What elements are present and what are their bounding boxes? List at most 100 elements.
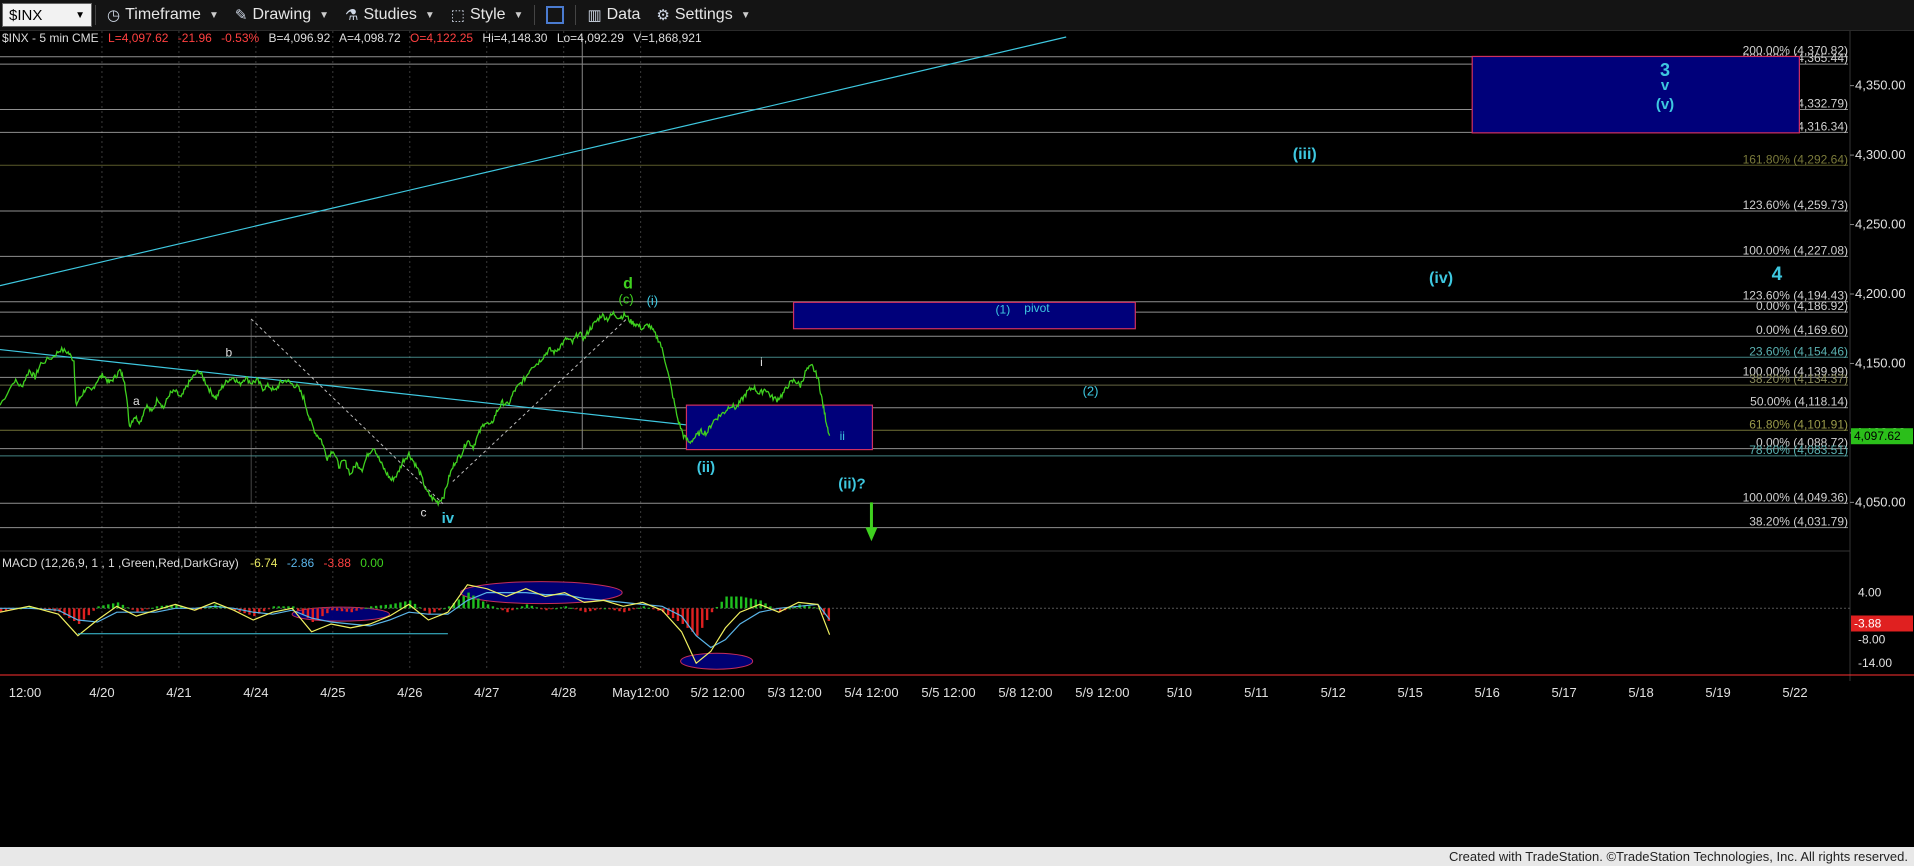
date-tick-label: 5/15 [1398, 685, 1423, 700]
macd-histogram-bar [150, 607, 154, 609]
macd-header: MACD (12,26,9, 1 , 1 ,Green,Red,DarkGray… [2, 556, 384, 570]
macd-histogram-bar [589, 608, 592, 612]
macd-histogram-bar [438, 608, 441, 611]
macd-histogram-bar [287, 606, 290, 609]
price-tick-label: 4,250.00 [1855, 217, 1906, 232]
bar-chart-icon: ▥ [587, 7, 602, 24]
drawing-button[interactable]: ✎ Drawing ▼ [227, 0, 337, 30]
high: Hi=4,148.30 [482, 31, 547, 45]
wave-label: 4 [1772, 264, 1783, 285]
date-tick-label: 4/25 [320, 685, 345, 700]
macd-histogram-bar [730, 596, 733, 609]
macd-histogram-bar [272, 606, 276, 609]
macd-histogram-bar [350, 608, 353, 613]
settings-button[interactable]: ⚙ Settings ▼ [648, 0, 758, 30]
layout-icon[interactable] [546, 6, 565, 24]
macd-histogram-bar [530, 605, 534, 609]
studies-button[interactable]: ⚗ Studies ▼ [337, 0, 443, 30]
macd-histogram-bar [496, 608, 499, 610]
macd-zero: 0.00 [360, 556, 384, 570]
macd-histogram-bar [141, 608, 144, 611]
flask-icon: ⚗ [345, 7, 359, 24]
timeframe-button[interactable]: ◷ Timeframe ▼ [99, 0, 227, 30]
wave-label: (2) [1083, 383, 1099, 398]
clock-icon: ◷ [107, 7, 121, 24]
macd-histogram-bar [87, 608, 91, 616]
macd-histogram-bar [740, 596, 743, 609]
macd-histogram-bar [735, 596, 738, 609]
macd-hist: -3.88 [324, 556, 352, 570]
macd-histogram-bar [394, 603, 397, 609]
date-tick-label: 5/2 12:00 [690, 685, 744, 700]
date-tick-label: 5/19 [1705, 685, 1730, 700]
fib-label: 123.60% (4,259.73) [1743, 198, 1848, 212]
date-tick-label: 5/8 12:00 [998, 685, 1052, 700]
wave-label: (v) [1656, 96, 1674, 113]
data-button[interactable]: ▥ Data [579, 0, 648, 30]
macd-histogram-bar [428, 608, 431, 615]
fib-label: 100.00% (4,049.36) [1743, 490, 1848, 504]
chevron-down-icon: ▼ [319, 9, 330, 21]
macd-histogram-bar [613, 608, 616, 611]
macd-histogram-bar [370, 606, 373, 609]
price-tick-label: 4,050.00 [1855, 494, 1906, 509]
macd-histogram-bar [296, 608, 300, 611]
macd-histogram-bar [705, 608, 709, 621]
wave-label: (1) [996, 302, 1011, 316]
open: O=4,122.25 [410, 31, 473, 45]
fib-label: 50.00% (4,118.14) [1750, 395, 1848, 409]
date-tick-label: May12:00 [612, 685, 669, 700]
macd-histogram-bar [321, 608, 324, 617]
date-tick-label: 4/20 [89, 685, 114, 700]
macd-histogram-bar [126, 607, 129, 609]
macd-tick-label: -8.00 [1858, 633, 1886, 647]
fib-label: 161.80% (4,292.64) [1743, 152, 1848, 166]
style-label: Style [469, 6, 506, 23]
macd-histogram-bar [559, 607, 563, 609]
macd-histogram-bar [379, 605, 383, 609]
macd-histogram-bar [399, 602, 402, 609]
symbol-value: $INX [9, 6, 43, 24]
macd-histogram-bar [555, 608, 558, 610]
pencil-icon: ✎ [234, 7, 248, 24]
macd-histogram-bar [696, 608, 699, 636]
macd-last-label: -3.88 [1854, 616, 1882, 630]
wave-label: i [760, 355, 763, 369]
date-tick-label: 5/22 [1782, 685, 1807, 700]
wave-label: c [421, 505, 427, 519]
symbol-input[interactable]: $INX ▼ [2, 3, 92, 27]
toolbar-separator [534, 5, 536, 25]
wave-label: b [225, 346, 232, 360]
toolbar-separator [575, 5, 577, 25]
macd-histogram-bar [316, 608, 319, 620]
pivot-box [792, 301, 1136, 330]
macd-histogram-bar [97, 606, 100, 609]
data-label: Data [606, 6, 641, 23]
macd-histogram-bar [671, 608, 675, 619]
macd-histogram-bar [623, 608, 626, 613]
wave-label: d [623, 275, 633, 292]
macd-signal: -2.86 [287, 556, 315, 570]
macd-histogram-bar [788, 608, 792, 610]
macd-histogram-bar [691, 608, 694, 632]
fib-label: 78.60% (4,083.51) [1749, 443, 1848, 457]
macd-histogram-bar [632, 608, 636, 610]
macd-histogram-bar [107, 604, 110, 609]
date-tick-label: 5/16 [1475, 685, 1500, 700]
macd-histogram-bar [443, 608, 446, 610]
date-tick-label: 4/21 [166, 685, 191, 700]
date-tick-label: 5/11 [1244, 685, 1268, 700]
price-chart[interactable]: 200.00% (4,370.82)200.00% (4,365.44)176.… [0, 31, 1914, 847]
toolbar-separator [95, 5, 96, 25]
date-tick-label: 5/4 12:00 [844, 685, 898, 700]
style-button[interactable]: ⬚ Style ▼ [443, 0, 532, 30]
style-icon: ⬚ [450, 7, 465, 24]
wave-label: (i) [647, 293, 659, 308]
wave-label: (iv) [1429, 270, 1453, 287]
chevron-down-icon: ▼ [424, 9, 435, 21]
wave-label: (ii) [697, 459, 715, 476]
macd-histogram-bar [77, 608, 81, 624]
macd-histogram-bar [569, 607, 573, 609]
timeframe-label: Timeframe [125, 6, 201, 23]
macd-histogram-bar [311, 608, 314, 622]
